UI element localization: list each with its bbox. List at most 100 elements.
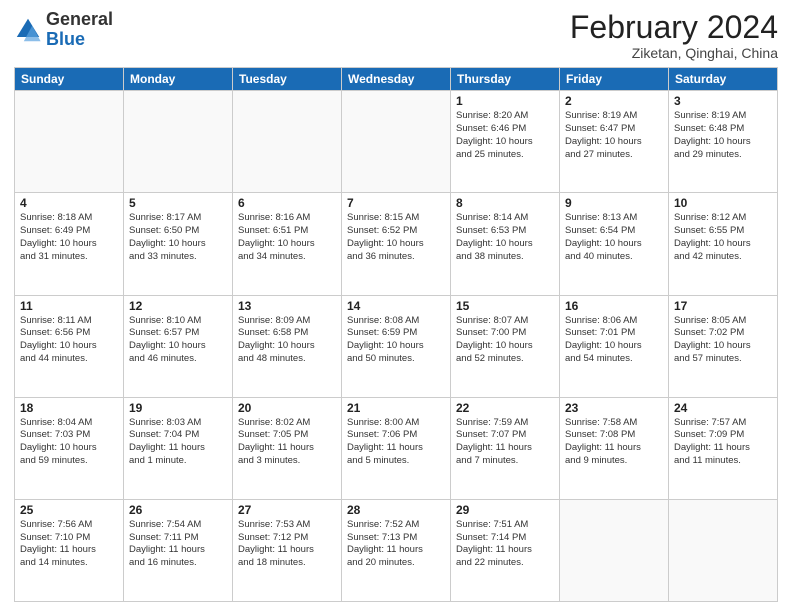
day-number: 27 [238, 503, 336, 517]
logo-blue: Blue [46, 29, 85, 49]
day-info: Sunrise: 8:00 AM Sunset: 7:06 PM Dayligh… [347, 417, 445, 468]
day-number: 13 [238, 299, 336, 313]
day-info: Sunrise: 8:16 AM Sunset: 6:51 PM Dayligh… [238, 212, 336, 263]
day-of-week-header: Wednesday [342, 68, 451, 91]
calendar: SundayMondayTuesdayWednesdayThursdayFrid… [14, 67, 778, 602]
calendar-cell: 13 Sunrise: 8:09 AM Sunset: 6:58 PM Dayli… [233, 295, 342, 397]
logo-general: General [46, 9, 113, 29]
day-number: 14 [347, 299, 445, 313]
calendar-cell [342, 91, 451, 193]
calendar-cell: 10 Sunrise: 8:12 AM Sunset: 6:55 PM Dayli… [669, 193, 778, 295]
page: General Blue February 2024 Ziketan, Qing… [0, 0, 792, 612]
day-info: Sunrise: 8:02 AM Sunset: 7:05 PM Dayligh… [238, 417, 336, 468]
calendar-cell: 27 Sunrise: 7:53 AM Sunset: 7:12 PM Dayli… [233, 499, 342, 601]
day-info: Sunrise: 7:57 AM Sunset: 7:09 PM Dayligh… [674, 417, 772, 468]
day-number: 16 [565, 299, 663, 313]
logo-icon [14, 16, 42, 44]
day-number: 15 [456, 299, 554, 313]
calendar-week-row: 4 Sunrise: 8:18 AM Sunset: 6:49 PM Daylig… [15, 193, 778, 295]
day-info: Sunrise: 7:53 AM Sunset: 7:12 PM Dayligh… [238, 519, 336, 570]
day-info: Sunrise: 8:17 AM Sunset: 6:50 PM Dayligh… [129, 212, 227, 263]
day-number: 4 [20, 196, 118, 210]
day-info: Sunrise: 8:20 AM Sunset: 6:46 PM Dayligh… [456, 110, 554, 161]
day-info: Sunrise: 8:04 AM Sunset: 7:03 PM Dayligh… [20, 417, 118, 468]
day-number: 3 [674, 94, 772, 108]
day-info: Sunrise: 8:14 AM Sunset: 6:53 PM Dayligh… [456, 212, 554, 263]
day-info: Sunrise: 8:11 AM Sunset: 6:56 PM Dayligh… [20, 315, 118, 366]
calendar-cell: 21 Sunrise: 8:00 AM Sunset: 7:06 PM Dayli… [342, 397, 451, 499]
calendar-cell: 22 Sunrise: 7:59 AM Sunset: 7:07 PM Dayli… [451, 397, 560, 499]
day-number: 24 [674, 401, 772, 415]
day-info: Sunrise: 8:05 AM Sunset: 7:02 PM Dayligh… [674, 315, 772, 366]
calendar-cell: 26 Sunrise: 7:54 AM Sunset: 7:11 PM Dayli… [124, 499, 233, 601]
day-info: Sunrise: 7:56 AM Sunset: 7:10 PM Dayligh… [20, 519, 118, 570]
day-number: 9 [565, 196, 663, 210]
calendar-cell: 18 Sunrise: 8:04 AM Sunset: 7:03 PM Dayli… [15, 397, 124, 499]
day-number: 28 [347, 503, 445, 517]
calendar-cell: 1 Sunrise: 8:20 AM Sunset: 6:46 PM Daylig… [451, 91, 560, 193]
day-number: 17 [674, 299, 772, 313]
day-info: Sunrise: 8:03 AM Sunset: 7:04 PM Dayligh… [129, 417, 227, 468]
day-of-week-header: Thursday [451, 68, 560, 91]
calendar-cell: 11 Sunrise: 8:11 AM Sunset: 6:56 PM Dayli… [15, 295, 124, 397]
calendar-cell: 28 Sunrise: 7:52 AM Sunset: 7:13 PM Dayli… [342, 499, 451, 601]
title-block: February 2024 Ziketan, Qinghai, China [570, 10, 778, 61]
calendar-week-row: 11 Sunrise: 8:11 AM Sunset: 6:56 PM Dayli… [15, 295, 778, 397]
day-info: Sunrise: 8:12 AM Sunset: 6:55 PM Dayligh… [674, 212, 772, 263]
calendar-cell: 9 Sunrise: 8:13 AM Sunset: 6:54 PM Daylig… [560, 193, 669, 295]
day-number: 22 [456, 401, 554, 415]
day-number: 11 [20, 299, 118, 313]
day-info: Sunrise: 8:07 AM Sunset: 7:00 PM Dayligh… [456, 315, 554, 366]
calendar-cell: 23Sunrise: 7:58 AM Sunset: 7:08 PM Dayli… [560, 397, 669, 499]
logo: General Blue [14, 10, 113, 50]
calendar-cell: 17 Sunrise: 8:05 AM Sunset: 7:02 PM Dayli… [669, 295, 778, 397]
day-info: Sunrise: 8:18 AM Sunset: 6:49 PM Dayligh… [20, 212, 118, 263]
calendar-cell: 15 Sunrise: 8:07 AM Sunset: 7:00 PM Dayli… [451, 295, 560, 397]
day-info: Sunrise: 8:13 AM Sunset: 6:54 PM Dayligh… [565, 212, 663, 263]
calendar-cell: 6 Sunrise: 8:16 AM Sunset: 6:51 PM Daylig… [233, 193, 342, 295]
day-info: Sunrise: 7:58 AM Sunset: 7:08 PM Dayligh… [565, 417, 663, 468]
day-info: Sunrise: 8:09 AM Sunset: 6:58 PM Dayligh… [238, 315, 336, 366]
calendar-week-row: 25Sunrise: 7:56 AM Sunset: 7:10 PM Dayli… [15, 499, 778, 601]
calendar-cell [15, 91, 124, 193]
day-of-week-header: Monday [124, 68, 233, 91]
day-number: 1 [456, 94, 554, 108]
calendar-cell: 12Sunrise: 8:10 AM Sunset: 6:57 PM Dayli… [124, 295, 233, 397]
day-number: 21 [347, 401, 445, 415]
header: General Blue February 2024 Ziketan, Qing… [14, 10, 778, 61]
day-info: Sunrise: 8:19 AM Sunset: 6:48 PM Dayligh… [674, 110, 772, 161]
day-number: 20 [238, 401, 336, 415]
logo-text: General Blue [46, 10, 113, 50]
calendar-cell: 25Sunrise: 7:56 AM Sunset: 7:10 PM Dayli… [15, 499, 124, 601]
days-header-row: SundayMondayTuesdayWednesdayThursdayFrid… [15, 68, 778, 91]
day-info: Sunrise: 7:54 AM Sunset: 7:11 PM Dayligh… [129, 519, 227, 570]
day-number: 5 [129, 196, 227, 210]
day-number: 19 [129, 401, 227, 415]
day-number: 2 [565, 94, 663, 108]
calendar-cell: 4 Sunrise: 8:18 AM Sunset: 6:49 PM Daylig… [15, 193, 124, 295]
day-number: 6 [238, 196, 336, 210]
day-of-week-header: Saturday [669, 68, 778, 91]
day-info: Sunrise: 7:59 AM Sunset: 7:07 PM Dayligh… [456, 417, 554, 468]
day-of-week-header: Sunday [15, 68, 124, 91]
day-info: Sunrise: 7:52 AM Sunset: 7:13 PM Dayligh… [347, 519, 445, 570]
day-info: Sunrise: 8:06 AM Sunset: 7:01 PM Dayligh… [565, 315, 663, 366]
day-info: Sunrise: 7:51 AM Sunset: 7:14 PM Dayligh… [456, 519, 554, 570]
day-number: 7 [347, 196, 445, 210]
day-info: Sunrise: 8:15 AM Sunset: 6:52 PM Dayligh… [347, 212, 445, 263]
calendar-cell: 20 Sunrise: 8:02 AM Sunset: 7:05 PM Dayli… [233, 397, 342, 499]
calendar-cell: 16 Sunrise: 8:06 AM Sunset: 7:01 PM Dayli… [560, 295, 669, 397]
day-number: 12 [129, 299, 227, 313]
day-info: Sunrise: 8:08 AM Sunset: 6:59 PM Dayligh… [347, 315, 445, 366]
calendar-week-row: 1 Sunrise: 8:20 AM Sunset: 6:46 PM Daylig… [15, 91, 778, 193]
day-number: 10 [674, 196, 772, 210]
day-info: Sunrise: 8:19 AM Sunset: 6:47 PM Dayligh… [565, 110, 663, 161]
day-number: 26 [129, 503, 227, 517]
calendar-cell: 29Sunrise: 7:51 AM Sunset: 7:14 PM Dayli… [451, 499, 560, 601]
day-number: 18 [20, 401, 118, 415]
calendar-week-row: 18 Sunrise: 8:04 AM Sunset: 7:03 PM Dayli… [15, 397, 778, 499]
calendar-cell: 2 Sunrise: 8:19 AM Sunset: 6:47 PM Daylig… [560, 91, 669, 193]
calendar-cell: 24 Sunrise: 7:57 AM Sunset: 7:09 PM Dayli… [669, 397, 778, 499]
calendar-cell [669, 499, 778, 601]
calendar-cell [560, 499, 669, 601]
